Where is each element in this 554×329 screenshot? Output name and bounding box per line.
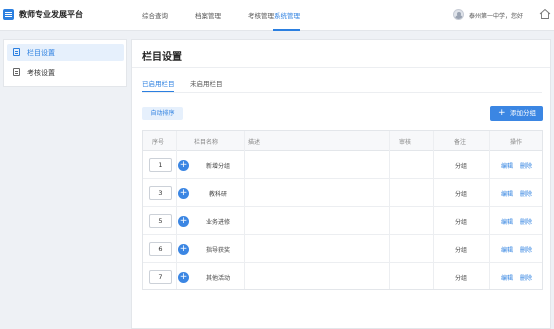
app-logo-icon <box>3 9 14 20</box>
delete-link[interactable]: 删除 <box>520 189 532 198</box>
divider <box>142 92 542 93</box>
edit-link[interactable]: 编辑 <box>501 217 513 226</box>
table-row: 1 + 新增分组 分组 编辑 删除 <box>143 151 542 179</box>
table-row: 5 + 业务进修 分组 编辑 删除 <box>143 207 542 235</box>
column-name: 其他活动 <box>205 275 230 282</box>
header-operation: 操作 <box>510 139 523 146</box>
plus-icon[interactable]: + <box>178 216 189 227</box>
user-greeting: 泰州第一中学，您好 <box>469 13 524 20</box>
nav-item-system-management[interactable]: 系统管理 <box>274 10 300 20</box>
edit-link[interactable]: 编辑 <box>501 189 513 198</box>
document-icon <box>13 48 20 56</box>
table-row: 6 + 指导获奖 分组 编辑 删除 <box>143 235 542 263</box>
plus-icon[interactable]: + <box>178 272 189 283</box>
table-row: 3 + 教科研 分组 编辑 删除 <box>143 179 542 207</box>
tab-enabled-columns[interactable]: 已启用栏目 <box>142 78 175 88</box>
home-icon[interactable] <box>539 8 551 20</box>
nav-item-archive-management[interactable]: 档案管理 <box>195 10 221 20</box>
column-type: 分组 <box>454 191 467 198</box>
order-input[interactable]: 6 <box>149 242 172 256</box>
nav-active-indicator <box>273 29 300 31</box>
column-type: 分组 <box>454 275 467 282</box>
delete-link[interactable]: 删除 <box>520 161 532 170</box>
sidebar-item-label: 考核设置 <box>27 69 55 77</box>
order-input[interactable]: 3 <box>149 186 172 200</box>
page-title: 栏目设置 <box>142 52 182 63</box>
auto-sort-button[interactable]: 自动排序 <box>142 107 183 120</box>
column-type: 分组 <box>454 247 467 254</box>
avatar[interactable] <box>453 9 464 20</box>
header-column-name: 栏目名称 <box>194 139 219 146</box>
edit-link[interactable]: 编辑 <box>501 273 513 282</box>
order-input[interactable]: 1 <box>149 158 172 172</box>
main-panel: 栏目设置 已启用栏目 未启用栏目 自动排序 + 添加分组 序号 栏目名称 描述 … <box>131 39 551 329</box>
column-type: 分组 <box>454 219 467 226</box>
table-header: 序号 栏目名称 描述 审核 备注 操作 <box>143 131 542 151</box>
table-body: 1 + 新增分组 分组 编辑 删除 3 + 教科研 分组 编辑 删除 5 + 业… <box>143 151 542 289</box>
column-type: 分组 <box>454 163 467 170</box>
sidebar: 栏目设置 考核设置 <box>3 39 127 87</box>
delete-link[interactable]: 删除 <box>520 217 532 226</box>
order-input[interactable]: 7 <box>149 270 172 284</box>
app-title: 教师专业发展平台 <box>19 10 83 19</box>
column-name: 教科研 <box>208 191 227 198</box>
add-group-button[interactable]: + 添加分组 <box>490 106 543 121</box>
column-name: 新增分组 <box>205 163 230 170</box>
sidebar-item-column-settings[interactable]: 栏目设置 <box>7 44 124 61</box>
plus-icon[interactable]: + <box>178 244 189 255</box>
divider <box>132 67 550 68</box>
columns-table: 序号 栏目名称 描述 审核 备注 操作 1 + 新增分组 分组 编辑 删除 3 … <box>142 130 543 290</box>
column-name: 业务进修 <box>205 219 230 226</box>
edit-link[interactable]: 编辑 <box>501 245 513 254</box>
order-input[interactable]: 5 <box>149 214 172 228</box>
nav-item-comprehensive-query[interactable]: 综合查询 <box>142 10 168 20</box>
sidebar-item-label: 栏目设置 <box>27 49 55 57</box>
header-order: 序号 <box>152 139 165 146</box>
sidebar-item-assessment-settings[interactable]: 考核设置 <box>7 64 124 81</box>
column-name: 指导获奖 <box>205 247 230 254</box>
add-group-label: 添加分组 <box>510 109 536 117</box>
header-review: 审核 <box>399 139 412 146</box>
tab-disabled-columns[interactable]: 未启用栏目 <box>190 78 223 88</box>
plus-icon: + <box>498 108 506 118</box>
header-remark: 备注 <box>454 139 467 146</box>
plus-icon[interactable]: + <box>178 160 189 171</box>
edit-link[interactable]: 编辑 <box>501 161 513 170</box>
document-icon <box>13 68 20 76</box>
table-row: 7 + 其他活动 分组 编辑 删除 <box>143 263 542 289</box>
delete-link[interactable]: 删除 <box>520 245 532 254</box>
nav-item-assessment-management[interactable]: 考核管理 <box>248 10 274 20</box>
top-bar: 教师专业发展平台 综合查询 档案管理 考核管理 系统管理 泰州第一中学，您好 <box>0 0 554 31</box>
delete-link[interactable]: 删除 <box>520 273 532 282</box>
plus-icon[interactable]: + <box>178 188 189 199</box>
header-description: 描述 <box>248 139 261 146</box>
